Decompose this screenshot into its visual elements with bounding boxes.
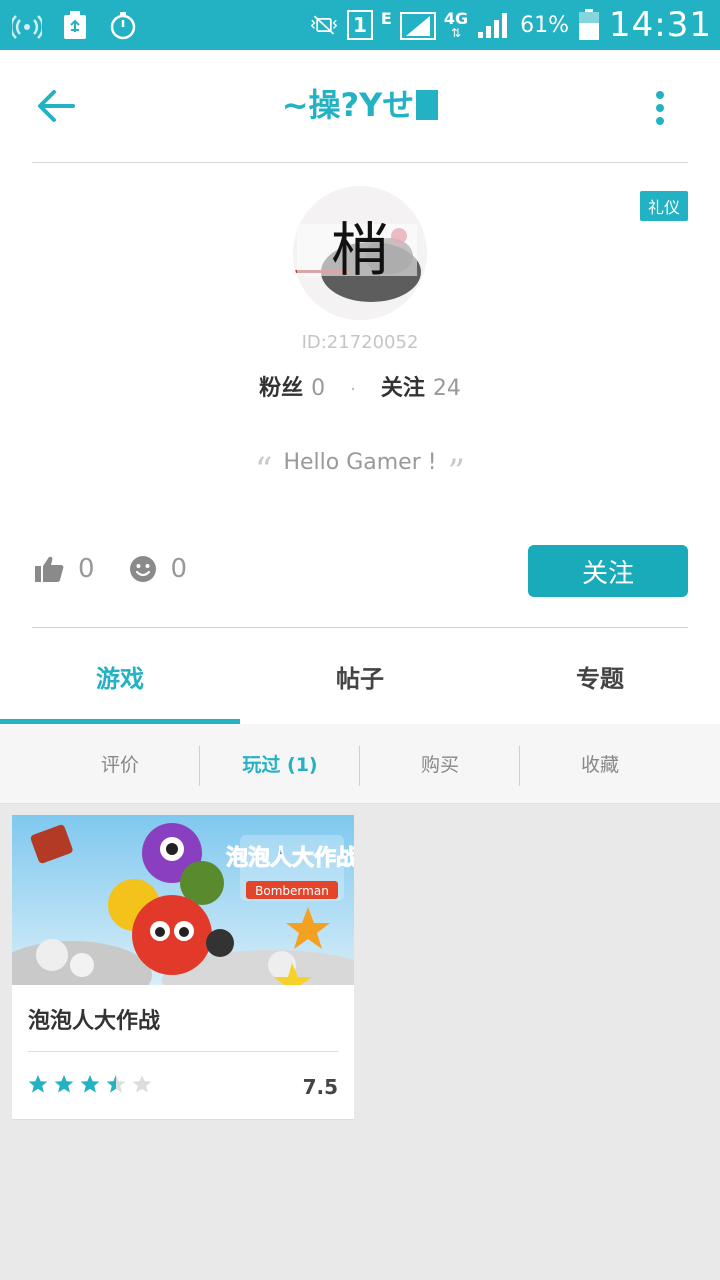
user-id: ID:21720052 (301, 332, 419, 353)
like-reaction[interactable]: 0 (34, 554, 95, 584)
network-type-e: E (380, 9, 392, 28)
etiquette-badge[interactable]: 礼仪 (639, 191, 688, 221)
fans-label: 粉丝 (259, 376, 304, 401)
star-icon (28, 1075, 48, 1093)
tab-posts[interactable]: 帖子 (240, 628, 480, 724)
tab-topics[interactable]: 专题 (480, 628, 720, 724)
cell-signal-icon (476, 10, 512, 40)
battery-icon (577, 9, 601, 40)
wifi-hotspot-icon (12, 10, 42, 40)
following-label: 关注 (380, 376, 425, 401)
network-4g-label: 4G (443, 9, 469, 28)
game-cover-image: 泡泡人大作战 Bomberman (12, 815, 354, 985)
subtab-played-label: 玩过 (1) (242, 754, 318, 776)
page-title-text: ~操?Yせ (281, 86, 415, 124)
avatar-glyph: 梢 (331, 216, 389, 284)
clock: 14:31 (609, 5, 712, 45)
app-bar: ~操?Yせ (0, 50, 720, 162)
reactions: 0 0 (34, 554, 221, 584)
tab-games[interactable]: 游戏 (0, 628, 240, 724)
like-count: 0 (78, 554, 95, 584)
avatar-image: 梢 (293, 186, 427, 320)
quote-close-icon: ” (447, 452, 466, 492)
smile-reaction[interactable]: 0 (129, 554, 188, 584)
main-tabs: 游戏 帖子 专题 (0, 628, 720, 724)
game-rating: 7.5 (302, 1075, 338, 1099)
profile-card: ~操?Yせ 礼仪 梢 ID:21720052 粉丝 0 · 关注 24 “ Hell… (0, 50, 720, 724)
follow-button[interactable]: 关注 (528, 545, 688, 597)
thumbs-up-icon (35, 556, 64, 582)
stopwatch-icon (108, 10, 138, 40)
arrow-left-icon (38, 90, 75, 122)
star-rating (28, 1074, 152, 1094)
more-vertical-icon (656, 91, 664, 125)
fans-count: 0 (311, 376, 326, 401)
subtab-purchased-label: 购买 (420, 754, 459, 776)
star-icon (106, 1075, 126, 1093)
page-title: ~操?Yせ (120, 80, 600, 126)
recycle-icon (60, 10, 90, 40)
more-options-button[interactable] (644, 86, 676, 130)
status-bar: 1 E 4G ⇅ 61% 14:31 (0, 0, 720, 50)
avatar[interactable]: 梢 (293, 186, 427, 320)
sim-indicator: 1 (346, 10, 373, 40)
quote-open-icon: “ (254, 450, 273, 490)
smile-count: 0 (170, 554, 188, 584)
star-icon (80, 1075, 100, 1093)
stats-separator: · (350, 379, 356, 400)
signature: “ Hello Gamer ! ” (0, 450, 720, 492)
game-card[interactable]: 泡泡人大作战 Bomberman 泡泡人大作战 7.5 (12, 815, 354, 1120)
data-arrows-icon: ⇅ (450, 26, 461, 40)
cover-logo-text: 泡泡人大作战 (226, 845, 354, 871)
back-button[interactable] (34, 84, 78, 128)
smiley-icon (129, 556, 156, 582)
header-divider (32, 162, 688, 163)
text-cursor (416, 90, 439, 120)
following-stat[interactable]: 关注 24 (381, 376, 461, 401)
star-icon (132, 1075, 152, 1093)
signal-icon (399, 10, 436, 40)
subtab-purchased[interactable]: 购买 (360, 724, 520, 803)
subtab-reviews[interactable]: 评价 (40, 724, 200, 803)
vibrate-mute-icon (309, 10, 339, 40)
cover-sub-text: Bomberman (255, 884, 329, 898)
game-title: 泡泡人大作战 (28, 1009, 161, 1034)
following-count: 24 (432, 376, 461, 401)
follow-stats: 粉丝 0 · 关注 24 (0, 370, 720, 402)
sub-tabs: 评价 玩过 (1) 购买 收藏 (0, 724, 720, 804)
battery-percent: 61% (520, 12, 570, 38)
subtab-reviews-label: 评价 (100, 754, 139, 776)
game-card-divider (28, 1051, 338, 1052)
star-icon (54, 1075, 74, 1093)
subtab-favorites-label: 收藏 (580, 754, 619, 776)
fans-stat[interactable]: 粉丝 0 (259, 376, 332, 401)
signature-text: Hello Gamer ! (283, 450, 437, 475)
network-4g: 4G ⇅ (443, 9, 469, 40)
subtab-played[interactable]: 玩过 (1) (200, 724, 360, 803)
subtab-favorites[interactable]: 收藏 (520, 724, 680, 803)
